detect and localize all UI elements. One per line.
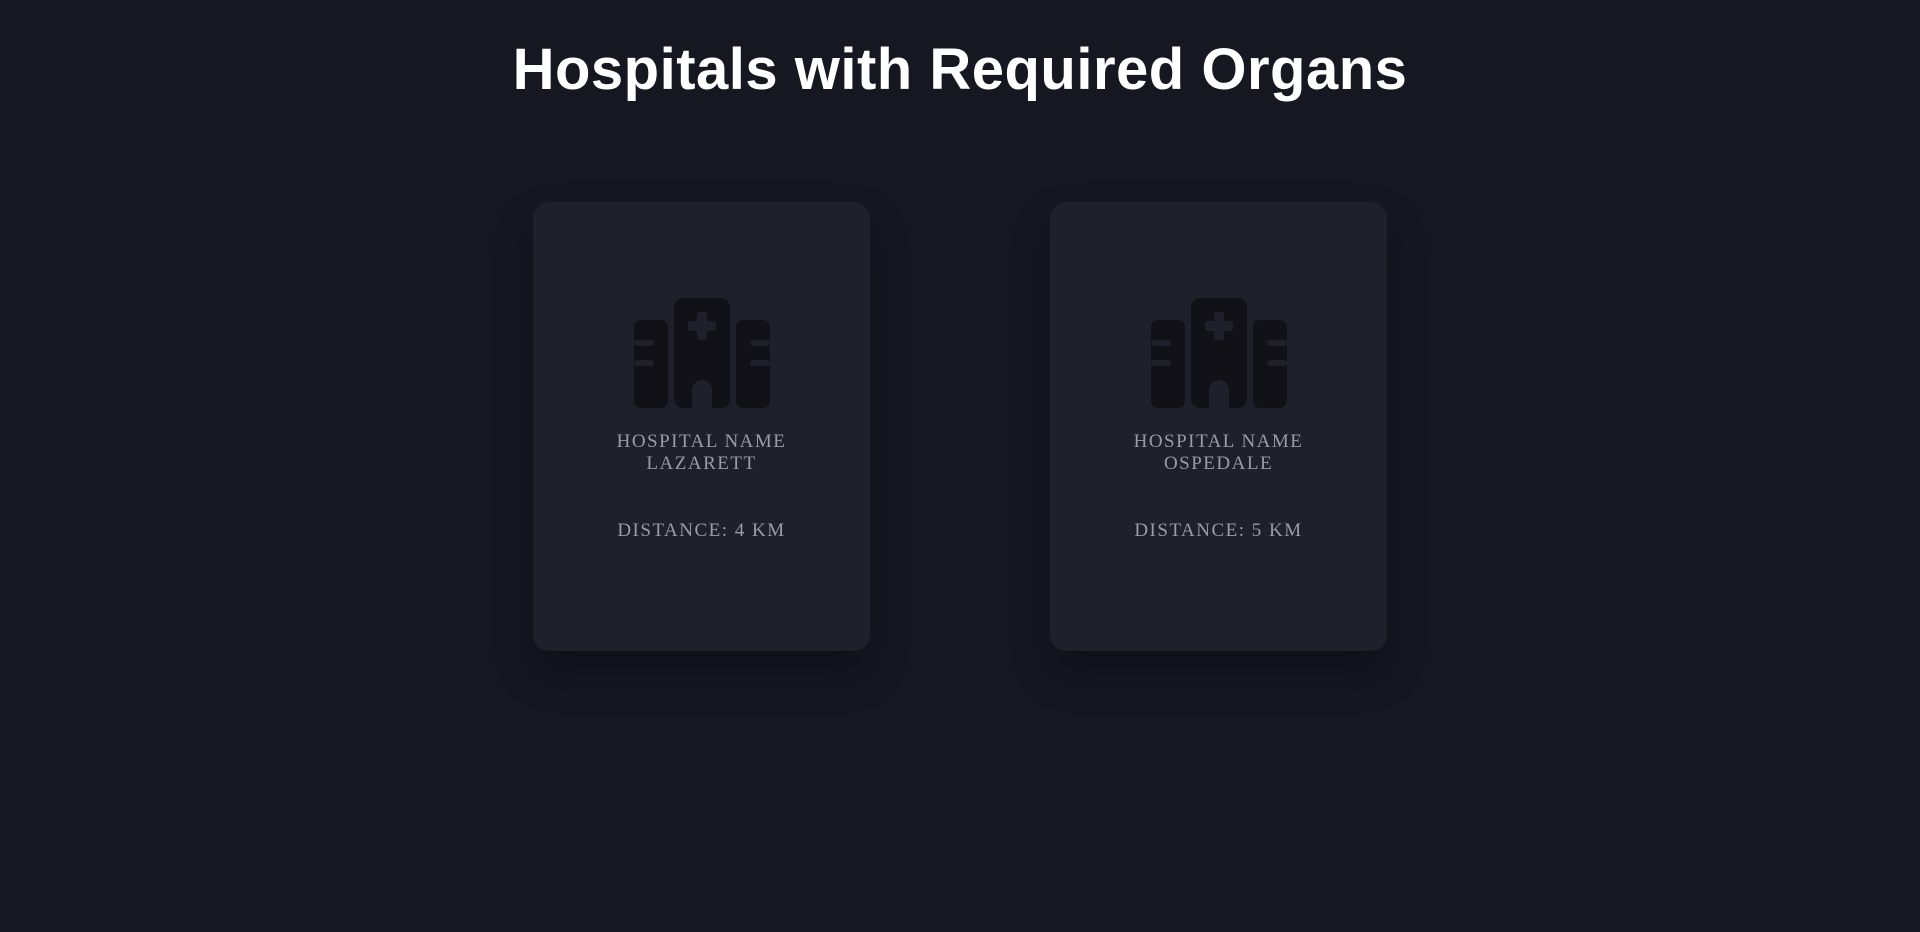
hospital-card[interactable]: HOSPITAL NAME LAZARETT DISTANCE: 4 KM <box>533 202 870 651</box>
hospital-name-label: HOSPITAL NAME <box>1133 431 1304 452</box>
hospital-card[interactable]: HOSPITAL NAME OSPEDALE DISTANCE: 5 KM <box>1050 202 1387 651</box>
hospital-name: OSPEDALE <box>1163 453 1274 474</box>
hospital-icon <box>634 298 770 410</box>
hospital-icon <box>1151 298 1287 410</box>
hospital-distance: DISTANCE: 5 KM <box>1134 520 1303 541</box>
page-title: Hospitals with Required Organs <box>512 37 1408 102</box>
hospital-name: LAZARETT <box>646 453 757 474</box>
hospital-distance: DISTANCE: 4 KM <box>617 520 786 541</box>
hospital-name-label: HOSPITAL NAME <box>616 431 787 452</box>
